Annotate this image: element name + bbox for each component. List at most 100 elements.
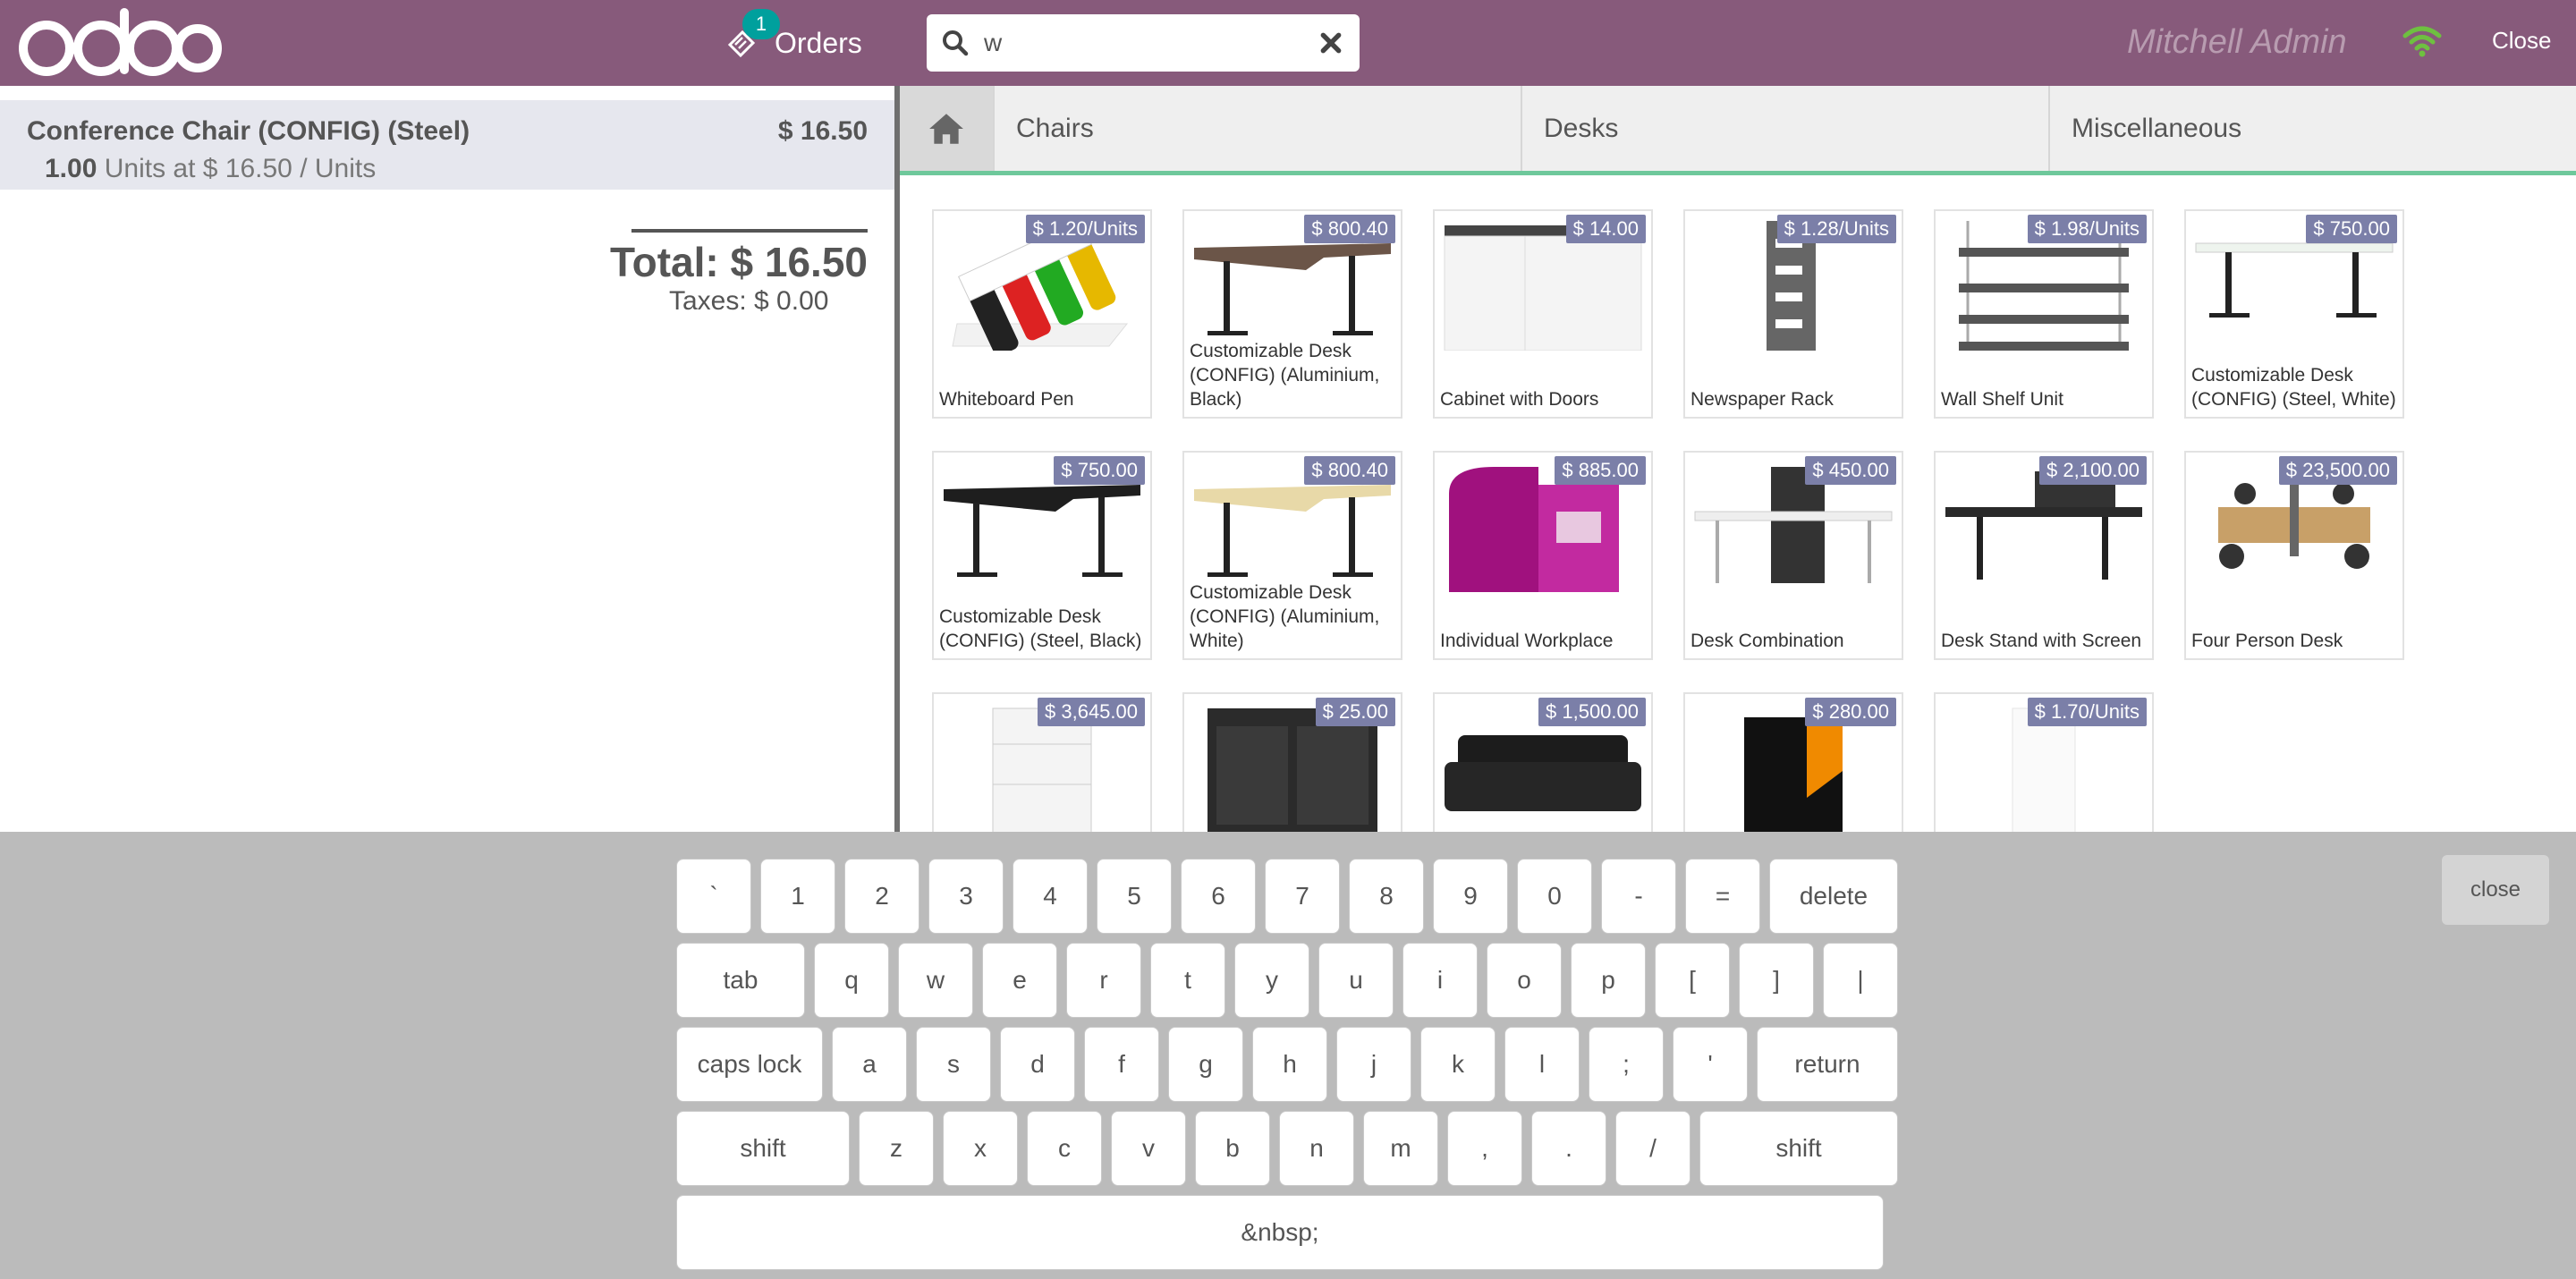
key-g[interactable]: g <box>1168 1027 1243 1102</box>
product-card[interactable]: $ 800.40 Customizable Desk (CONFIG) (Alu… <box>1182 209 1402 419</box>
key-period[interactable]: . <box>1531 1111 1606 1186</box>
key-j[interactable]: j <box>1336 1027 1411 1102</box>
key-shift-right[interactable]: shift <box>1699 1111 1898 1186</box>
key-right-bracket[interactable]: ] <box>1739 943 1814 1018</box>
key-semicolon[interactable]: ; <box>1589 1027 1664 1102</box>
key-y[interactable]: y <box>1234 943 1309 1018</box>
key-shift-left[interactable]: shift <box>676 1111 850 1186</box>
orders-count-badge: 1 <box>742 9 780 39</box>
key-5[interactable]: 5 <box>1097 859 1172 934</box>
product-card[interactable]: $ 1.28/Units Newspaper Rack <box>1683 209 1903 419</box>
key-t[interactable]: t <box>1150 943 1225 1018</box>
odoo-logo <box>19 8 222 76</box>
key-comma[interactable]: , <box>1447 1111 1522 1186</box>
product-card[interactable]: $ 750.00 Customizable Desk (CONFIG) (Ste… <box>932 451 1152 660</box>
key-tab[interactable]: tab <box>676 943 805 1018</box>
product-price: $ 1.28/Units <box>1776 215 1896 243</box>
key-6[interactable]: 6 <box>1181 859 1256 934</box>
key-n[interactable]: n <box>1279 1111 1354 1186</box>
product-name: Four Person Desk <box>2191 629 2397 653</box>
order-line-product: Conference Chair (CONFIG) (Steel) <box>27 116 470 146</box>
product-card[interactable]: $ 450.00 Desk Combination <box>1683 451 1903 660</box>
category-label: Desks <box>1544 113 1619 143</box>
key-b[interactable]: b <box>1195 1111 1270 1186</box>
key-delete[interactable]: delete <box>1769 859 1898 934</box>
key-quote[interactable]: ' <box>1673 1027 1748 1102</box>
key-s[interactable]: s <box>916 1027 991 1102</box>
product-card[interactable]: $ 1,500.00 <box>1433 692 1653 832</box>
product-name: Desk Stand with Screen <box>1941 629 2147 653</box>
orders-button[interactable]: 1 Orders <box>723 9 862 70</box>
product-card[interactable]: $ 1.70/Units <box>1934 692 2154 832</box>
product-card[interactable]: $ 2,100.00 Desk Stand with Screen <box>1934 451 2154 660</box>
product-name: Whiteboard Pen <box>939 387 1145 411</box>
product-card[interactable]: $ 280.00 <box>1683 692 1903 832</box>
key-a[interactable]: a <box>832 1027 907 1102</box>
key-left-bracket[interactable]: [ <box>1655 943 1730 1018</box>
order-line-qty: 1.00 <box>45 154 97 183</box>
key-equals[interactable]: = <box>1685 859 1760 934</box>
key-h[interactable]: h <box>1252 1027 1327 1102</box>
key-4[interactable]: 4 <box>1013 859 1088 934</box>
product-price: $ 2,100.00 <box>2039 456 2147 485</box>
key-k[interactable]: k <box>1420 1027 1496 1102</box>
key-minus[interactable]: - <box>1601 859 1676 934</box>
keyboard-close-button[interactable]: close <box>2442 855 2549 925</box>
key-e[interactable]: e <box>982 943 1057 1018</box>
key-q[interactable]: q <box>814 943 889 1018</box>
category-label: Miscellaneous <box>2072 113 2242 143</box>
key-v[interactable]: v <box>1111 1111 1186 1186</box>
key-space[interactable]: &nbsp; <box>676 1195 1884 1270</box>
product-price: $ 1.70/Units <box>2027 698 2147 726</box>
key-c[interactable]: c <box>1027 1111 1102 1186</box>
key-i[interactable]: i <box>1402 943 1478 1018</box>
product-card[interactable]: $ 750.00 Customizable Desk (CONFIG) (Ste… <box>2184 209 2404 419</box>
key-8[interactable]: 8 <box>1349 859 1424 934</box>
key-0[interactable]: 0 <box>1517 859 1592 934</box>
key-slash[interactable]: / <box>1615 1111 1690 1186</box>
product-card[interactable]: $ 1.20/Units Whiteboard Pen <box>932 209 1152 419</box>
search-input[interactable] <box>984 21 1288 64</box>
product-price: $ 1.98/Units <box>2027 215 2147 243</box>
product-price: $ 800.40 <box>1304 215 1395 243</box>
ticket-icon: 1 <box>723 9 780 61</box>
product-card[interactable]: $ 885.00 Individual Workplace <box>1433 451 1653 660</box>
key-3[interactable]: 3 <box>928 859 1004 934</box>
close-session-button[interactable]: Close <box>2492 27 2551 55</box>
product-card[interactable]: $ 3,645.00 <box>932 692 1152 832</box>
product-card[interactable]: $ 800.40 Customizable Desk (CONFIG) (Alu… <box>1182 451 1402 660</box>
key-caps-lock[interactable]: caps lock <box>676 1027 823 1102</box>
category-chairs[interactable]: Chairs <box>993 86 1526 171</box>
key-return[interactable]: return <box>1757 1027 1898 1102</box>
key-p[interactable]: p <box>1571 943 1646 1018</box>
key-7[interactable]: 7 <box>1265 859 1340 934</box>
key-m[interactable]: m <box>1363 1111 1438 1186</box>
product-card[interactable]: $ 23,500.00 Four Person Desk <box>2184 451 2404 660</box>
product-card[interactable]: $ 14.00 Cabinet with Doors <box>1433 209 1653 419</box>
key-2[interactable]: 2 <box>844 859 919 934</box>
key-f[interactable]: f <box>1084 1027 1159 1102</box>
key-l[interactable]: l <box>1504 1027 1580 1102</box>
key-1[interactable]: 1 <box>760 859 835 934</box>
home-category-button[interactable] <box>900 86 993 171</box>
key-u[interactable]: u <box>1318 943 1394 1018</box>
order-line[interactable]: Conference Chair (CONFIG) (Steel) $ 16.5… <box>0 100 894 190</box>
category-desks[interactable]: Desks <box>1521 86 2050 171</box>
key-o[interactable]: o <box>1487 943 1562 1018</box>
order-pane: Conference Chair (CONFIG) (Steel) $ 16.5… <box>0 86 894 832</box>
key-w[interactable]: w <box>898 943 973 1018</box>
key-backtick[interactable]: ` <box>676 859 751 934</box>
product-price: $ 800.40 <box>1304 456 1395 485</box>
order-line-price: $ 16.50 <box>777 116 868 146</box>
clear-search-icon[interactable] <box>1315 27 1347 59</box>
key-x[interactable]: x <box>943 1111 1018 1186</box>
key-z[interactable]: z <box>859 1111 934 1186</box>
category-miscellaneous[interactable]: Miscellaneous <box>2048 86 2576 171</box>
top-bar: 1 Orders Mitchell Admin Close <box>0 0 2576 86</box>
key-d[interactable]: d <box>1000 1027 1075 1102</box>
product-card[interactable]: $ 1.98/Units Wall Shelf Unit <box>1934 209 2154 419</box>
key-pipe[interactable]: | <box>1823 943 1898 1018</box>
key-9[interactable]: 9 <box>1433 859 1508 934</box>
key-r[interactable]: r <box>1066 943 1141 1018</box>
product-card[interactable]: $ 25.00 <box>1182 692 1402 832</box>
